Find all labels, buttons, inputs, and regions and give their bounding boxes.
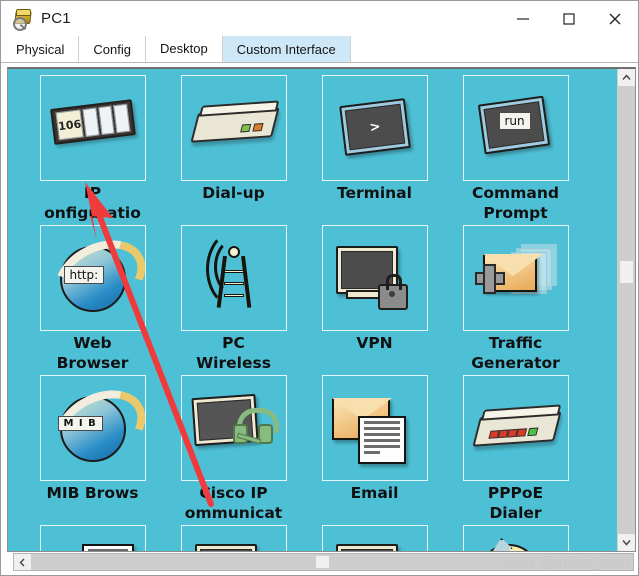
pc1-window: PC1 Physical Config Desktop Custom Inter… bbox=[0, 0, 639, 576]
mib-browser-icon[interactable]: M I B bbox=[39, 375, 158, 481]
terminal-icon[interactable]: > bbox=[321, 75, 428, 181]
desktop-item-ipv6-firewall[interactable]: IPv6 IPv6 Firewall bbox=[304, 525, 445, 551]
desktop-item-label: Cisco IP ommunicat bbox=[184, 484, 283, 522]
terminal-prompt: > bbox=[344, 103, 405, 151]
vertical-scroll-track[interactable] bbox=[618, 86, 635, 534]
desktop-item-label: IP onfiguratio bbox=[44, 184, 141, 222]
desktop-item-monitor-chart[interactable] bbox=[445, 525, 586, 551]
tab-desktop[interactable]: Desktop bbox=[146, 36, 223, 62]
desktop-item-mib-browser[interactable]: M I B MIB Brows bbox=[22, 375, 163, 523]
cisco-ip-communicator-icon[interactable] bbox=[180, 375, 287, 481]
desktop-item-pc-wireless[interactable]: PC Wireless bbox=[163, 225, 304, 373]
firewall-screen-label: IPv4 bbox=[199, 549, 252, 551]
desktop-item-label: Command Prompt bbox=[472, 184, 559, 222]
pppoe-dialer-icon[interactable] bbox=[462, 375, 569, 481]
scroll-up-icon[interactable] bbox=[618, 69, 635, 86]
desktop-item-command-prompt[interactable]: run Command Prompt bbox=[445, 75, 586, 223]
desktop-item-email[interactable]: Email bbox=[304, 375, 445, 523]
horizontal-scroll-track[interactable] bbox=[31, 554, 633, 570]
tab-physical[interactable]: Physical bbox=[2, 36, 80, 62]
desktop-item-text-editor[interactable]: Text Editor bbox=[22, 525, 163, 551]
desktop-item-web-browser[interactable]: http: Web Browser bbox=[22, 225, 163, 373]
title-bar: PC1 bbox=[1, 1, 638, 36]
command-prompt-icon[interactable]: run bbox=[462, 75, 569, 181]
scroll-left-icon[interactable] bbox=[14, 554, 31, 570]
web-browser-icon[interactable]: http: bbox=[39, 225, 158, 331]
window-controls bbox=[500, 1, 638, 36]
desktop-item-terminal[interactable]: > Terminal bbox=[304, 75, 445, 223]
firewall-icon[interactable]: IPv4 bbox=[180, 525, 287, 551]
horizontal-scroll-thumb[interactable] bbox=[316, 556, 329, 568]
desktop-item-label: Email bbox=[350, 484, 399, 502]
scroll-down-icon[interactable] bbox=[618, 534, 635, 551]
dial-up-modem-icon[interactable] bbox=[180, 75, 287, 181]
minimize-button[interactable] bbox=[500, 1, 546, 36]
money-bag-magnifier-icon bbox=[13, 8, 33, 31]
desktop-item-label: MIB Brows bbox=[46, 484, 139, 502]
vertical-scrollbar[interactable] bbox=[617, 69, 635, 551]
desktop-item-vpn[interactable]: VPN bbox=[304, 225, 445, 373]
window-title: PC1 bbox=[41, 10, 71, 27]
maximize-button[interactable] bbox=[546, 1, 592, 36]
desktop-panel: 106 IP onfiguratio Dial-up > Terminal ru… bbox=[7, 67, 636, 552]
tab-custom-interface[interactable]: Custom Interface bbox=[222, 36, 351, 62]
tab-filler bbox=[350, 36, 638, 62]
desktop-item-label: Dial-up bbox=[202, 184, 265, 202]
ip-config-panel-number: 106 bbox=[55, 109, 84, 141]
close-button[interactable] bbox=[592, 1, 638, 36]
desktop-item-label: PPPoE Dialer bbox=[487, 484, 544, 522]
tab-config[interactable]: Config bbox=[79, 36, 146, 62]
vpn-icon[interactable] bbox=[321, 225, 428, 331]
monitor-chart-icon[interactable] bbox=[462, 525, 569, 551]
ip-configuration-icon[interactable]: 106 bbox=[39, 75, 146, 181]
desktop-item-traffic-generator[interactable]: Traffic Generator bbox=[445, 225, 586, 373]
desktop-item-label: Web Browser bbox=[56, 334, 129, 372]
vertical-scroll-thumb[interactable] bbox=[620, 261, 633, 283]
desktop-item-label: Traffic Generator bbox=[471, 334, 560, 372]
desktop-item-label: PC Wireless bbox=[196, 334, 271, 372]
pc-wireless-icon[interactable] bbox=[180, 225, 287, 331]
desktop-body: 106 IP onfiguratio Dial-up > Terminal ru… bbox=[1, 63, 638, 575]
ipv6-firewall-icon[interactable]: IPv6 bbox=[321, 525, 428, 551]
desktop-item-pppoe-dialer[interactable]: PPPoE Dialer bbox=[445, 375, 586, 523]
horizontal-scrollbar[interactable] bbox=[13, 553, 634, 571]
email-icon[interactable] bbox=[321, 375, 428, 481]
text-editor-icon[interactable] bbox=[39, 525, 146, 551]
desktop-item-dial-up[interactable]: Dial-up bbox=[163, 75, 304, 223]
desktop-icon-area: 106 IP onfiguratio Dial-up > Terminal ru… bbox=[8, 69, 617, 551]
mib-browser-label: M I B bbox=[57, 416, 103, 431]
tab-bar: Physical Config Desktop Custom Interface bbox=[1, 36, 638, 63]
desktop-item-label: Terminal bbox=[337, 184, 412, 202]
desktop-item-cisco-ip-communicator[interactable]: Cisco IP ommunicat bbox=[163, 375, 304, 523]
desktop-item-ip-configuration[interactable]: 106 IP onfiguratio bbox=[22, 75, 163, 223]
command-prompt-run-label: run bbox=[498, 112, 531, 130]
desktop-item-label: VPN bbox=[356, 334, 393, 352]
desktop-item-firewall[interactable]: IPv4 Firewall bbox=[163, 525, 304, 551]
desktop-icon-grid: 106 IP onfiguratio Dial-up > Terminal ru… bbox=[8, 69, 617, 551]
traffic-generator-icon[interactable] bbox=[462, 225, 569, 331]
web-browser-http-label: http: bbox=[63, 266, 105, 284]
ipv6-firewall-screen-label: IPv6 bbox=[340, 549, 393, 551]
